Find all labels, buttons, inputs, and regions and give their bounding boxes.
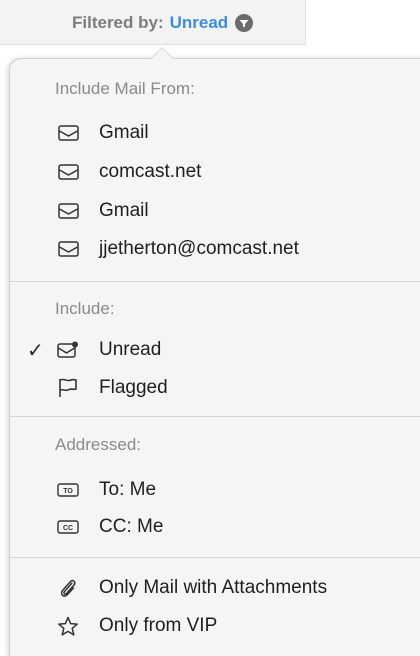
envelope-open-icon bbox=[57, 239, 79, 259]
paperclip-icon bbox=[57, 578, 79, 598]
section-header-mail-from: Include Mail From: bbox=[55, 79, 195, 98]
menu-item-label: CC: Me bbox=[99, 516, 164, 537]
checkmark-icon: ✓ bbox=[27, 339, 44, 362]
popover-arrow-fill bbox=[151, 48, 173, 59]
menu-item-label: Gmail bbox=[99, 122, 149, 143]
menu-item-cc-me[interactable]: CC CC: Me bbox=[10, 509, 410, 545]
flag-icon bbox=[57, 378, 79, 398]
star-icon bbox=[57, 616, 79, 636]
menu-item-account-gmail-1[interactable]: Gmail bbox=[10, 115, 410, 151]
menu-item-label: Flagged bbox=[99, 377, 168, 398]
divider bbox=[10, 416, 420, 417]
menu-item-vip[interactable]: Only from VIP bbox=[10, 608, 410, 644]
menu-item-label: Unread bbox=[99, 339, 162, 360]
envelope-open-icon bbox=[57, 201, 79, 221]
filter-value[interactable]: Unread bbox=[170, 13, 229, 33]
filter-status: Filtered by: Unread bbox=[72, 13, 254, 33]
filter-circle-icon[interactable] bbox=[235, 14, 254, 32]
menu-item-account-comcast[interactable]: comcast.net bbox=[10, 154, 410, 190]
envelope-open-icon bbox=[57, 123, 79, 143]
menu-item-label: comcast.net bbox=[99, 161, 202, 182]
to-badge-icon: TO bbox=[57, 480, 79, 500]
menu-item-attachments[interactable]: Only Mail with Attachments bbox=[10, 570, 410, 606]
toolbar: Filtered by: Unread bbox=[0, 0, 420, 45]
to-badge-text: TO bbox=[63, 488, 73, 495]
filter-label: Filtered by: bbox=[72, 13, 164, 32]
menu-item-to-me[interactable]: TO To: Me bbox=[10, 472, 410, 508]
menu-item-label: jjetherton@comcast.net bbox=[99, 238, 299, 259]
menu-item-label: Only Mail with Attachments bbox=[99, 577, 328, 598]
cc-badge-icon: CC bbox=[57, 517, 79, 537]
divider bbox=[10, 557, 420, 558]
divider bbox=[10, 281, 420, 282]
screen: Filtered by: Unread Include Mail From: G… bbox=[0, 0, 420, 656]
menu-item-unread[interactable]: ✓ Unread bbox=[10, 332, 410, 368]
unread-envelope-icon bbox=[57, 340, 79, 360]
cc-badge-text: CC bbox=[63, 525, 73, 532]
envelope-open-icon bbox=[57, 162, 79, 182]
menu-item-label: Only from VIP bbox=[99, 615, 218, 636]
menu-item-account-jjetherton[interactable]: jjetherton@comcast.net bbox=[10, 231, 410, 267]
section-header-addressed: Addressed: bbox=[55, 435, 141, 454]
menu-item-label: Gmail bbox=[99, 200, 149, 221]
filter-popover: Include Mail From: Gmail comcast.net Gma… bbox=[9, 47, 420, 656]
section-header-include: Include: bbox=[55, 299, 115, 318]
menu-item-label: To: Me bbox=[99, 479, 157, 500]
menu-item-account-gmail-2[interactable]: Gmail bbox=[10, 193, 410, 229]
menu-item-flagged[interactable]: Flagged bbox=[10, 370, 410, 406]
